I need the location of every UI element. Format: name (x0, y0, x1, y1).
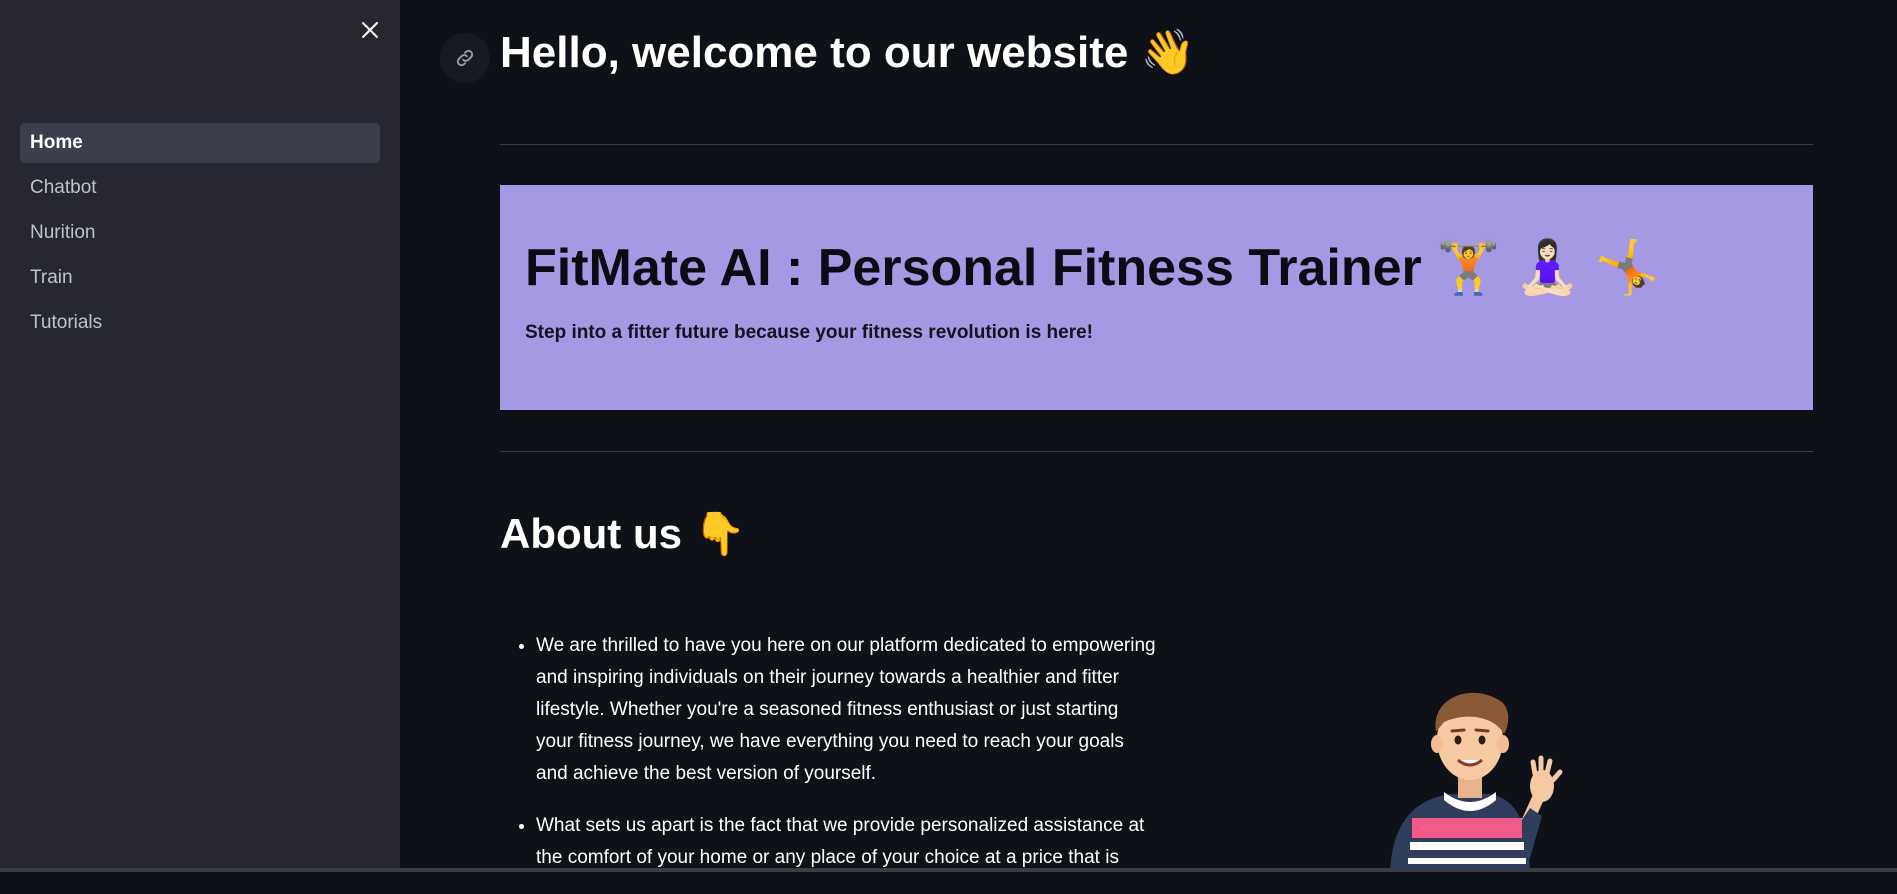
sidebar: Home Chatbot Nurition Train Tutorials (0, 0, 400, 872)
link-icon[interactable] (440, 33, 490, 83)
sidebar-item-label: Nurition (30, 222, 96, 243)
divider (500, 451, 1813, 452)
sidebar-item-chatbot[interactable]: Chatbot (20, 168, 380, 208)
about-heading: About us 👇 (500, 510, 746, 557)
close-icon[interactable] (356, 16, 384, 44)
waving-man-illustration (1390, 692, 1563, 872)
sidebar-item-train[interactable]: Train (20, 258, 380, 298)
sidebar-item-home[interactable]: Home (20, 123, 380, 163)
sidebar-item-tutorials[interactable]: Tutorials (20, 303, 380, 343)
list-item: We are thrilled to have you here on our … (536, 630, 1160, 790)
sidebar-item-label: Train (30, 267, 73, 288)
bottom-border (0, 868, 1897, 872)
list-item: What sets us apart is the fact that we p… (536, 810, 1160, 874)
page-title: Hello, welcome to our website 👋 (500, 28, 1196, 77)
sidebar-item-nurition[interactable]: Nurition (20, 213, 380, 253)
sidebar-item-label: Home (30, 132, 83, 153)
hero-title: FitMate AI : Personal Fitness Trainer 🏋️… (525, 239, 1660, 297)
hero-subtitle: Step into a fitter future because your f… (525, 322, 1093, 343)
about-list: We are thrilled to have you here on our … (500, 630, 1160, 894)
divider (500, 144, 1813, 145)
sidebar-item-label: Chatbot (30, 177, 97, 198)
sidebar-nav: Home Chatbot Nurition Train Tutorials (20, 123, 380, 348)
main-content: Hello, welcome to our website 👋 FitMate … (400, 0, 1897, 872)
sidebar-item-label: Tutorials (30, 312, 103, 333)
hero-banner: FitMate AI : Personal Fitness Trainer 🏋️… (500, 185, 1813, 410)
